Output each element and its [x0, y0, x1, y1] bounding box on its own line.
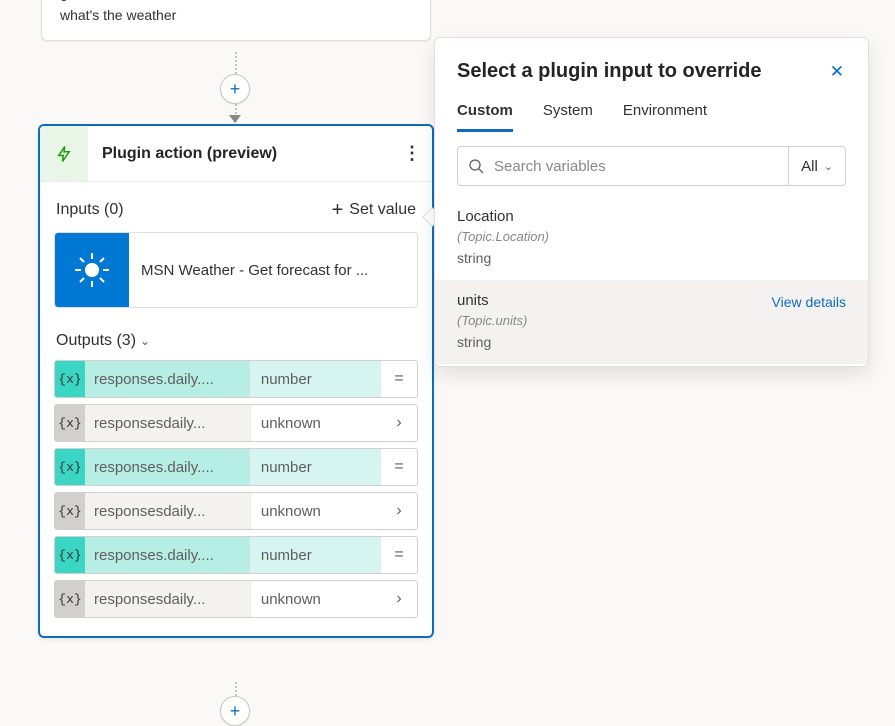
output-list: {x}responses.daily....number={x}response… [54, 360, 418, 618]
bolt-icon [55, 143, 73, 165]
output-name: responses.daily.... [85, 449, 250, 485]
variable-chip-icon: {x} [55, 405, 85, 441]
tab-system[interactable]: System [543, 102, 593, 131]
equals-icon: = [381, 361, 417, 397]
variable-item[interactable]: units(Topic.units)stringView details [435, 280, 868, 364]
set-value-label: Set value [349, 201, 416, 219]
close-icon: ✕ [830, 62, 844, 81]
equals-icon: = [381, 537, 417, 573]
output-name: responsesdaily... [85, 493, 250, 529]
trigger-phrase: what's the weather [60, 5, 412, 27]
tab-environment[interactable]: Environment [623, 102, 707, 131]
chevron-right-icon: › [381, 405, 417, 441]
output-name: responses.daily.... [85, 361, 250, 397]
search-icon [468, 158, 484, 174]
variable-path: (Topic.units) [457, 313, 846, 328]
output-name: responsesdaily... [85, 581, 250, 617]
tab-custom[interactable]: Custom [457, 102, 513, 132]
equals-icon: = [381, 449, 417, 485]
search-row: All ⌄ [457, 146, 846, 186]
chevron-down-icon: ⌄ [140, 334, 150, 348]
variable-chip-icon: {x} [55, 537, 85, 573]
sun-icon [72, 250, 112, 290]
override-flyout: Select a plugin input to override ✕ Cust… [434, 37, 869, 367]
set-value-button[interactable]: + Set value [332, 200, 416, 220]
output-type: number [250, 537, 381, 573]
variable-chip-icon: {x} [55, 581, 85, 617]
output-name: responses.daily.... [85, 537, 250, 573]
variable-item[interactable]: Location (Topic.Location) string [435, 196, 868, 280]
arrow-down-icon [229, 115, 241, 123]
variable-type: string [457, 334, 846, 350]
outputs-toggle[interactable]: Outputs (3) ⌄ [54, 328, 418, 360]
filter-dropdown[interactable]: All ⌄ [788, 147, 845, 185]
output-type: number [250, 361, 381, 397]
flyout-title: Select a plugin input to override [457, 60, 761, 83]
card-title: Plugin action (preview) [88, 126, 392, 181]
variable-chip-icon: {x} [55, 449, 85, 485]
card-icon-box [40, 126, 88, 181]
output-item[interactable]: {x}responses.daily....number= [54, 448, 418, 486]
search-box [458, 147, 788, 185]
add-node-button[interactable]: + [220, 696, 250, 726]
search-input[interactable] [492, 157, 778, 176]
card-header: Plugin action (preview) ⋮ [40, 126, 432, 182]
variable-name: Location [457, 208, 846, 225]
plus-icon: + [332, 200, 344, 220]
output-item[interactable]: {x}responses.daily....number= [54, 360, 418, 398]
output-item[interactable]: {x}responsesdaily...unknown› [54, 404, 418, 442]
chevron-right-icon: › [381, 493, 417, 529]
variable-chip-icon: {x} [55, 493, 85, 529]
output-type: unknown [250, 493, 381, 529]
view-details-link[interactable]: View details [772, 294, 846, 310]
inputs-label: Inputs (0) [56, 201, 124, 219]
plugin-action-card[interactable]: Plugin action (preview) ⋮ Inputs (0) + S… [38, 124, 434, 638]
close-button[interactable]: ✕ [828, 60, 846, 84]
output-type: unknown [250, 405, 381, 441]
plus-icon: + [230, 701, 241, 722]
variable-type: string [457, 250, 846, 266]
output-type: unknown [250, 581, 381, 617]
chevron-right-icon: › [381, 581, 417, 617]
connector-name: MSN Weather - Get forecast for ... [129, 233, 417, 307]
add-node-button[interactable]: + [220, 74, 250, 104]
output-type: number [250, 449, 381, 485]
output-name: responsesdaily... [85, 405, 250, 441]
more-icon: ⋮ [403, 143, 421, 164]
output-item[interactable]: {x}responsesdaily...unknown› [54, 580, 418, 618]
variable-chip-icon: {x} [55, 361, 85, 397]
output-item[interactable]: {x}responses.daily....number= [54, 536, 418, 574]
chevron-down-icon: ⌄ [824, 160, 833, 173]
card-menu-button[interactable]: ⋮ [392, 126, 432, 181]
plus-icon: + [230, 79, 241, 100]
output-item[interactable]: {x}responsesdaily...unknown› [54, 492, 418, 530]
tabs: Custom System Environment [457, 102, 846, 132]
msn-weather-icon [55, 233, 129, 307]
variable-list: Location(Topic.Location)stringunits(Topi… [435, 196, 868, 364]
filter-label: All [801, 158, 818, 175]
connector-row[interactable]: MSN Weather - Get forecast for ... [54, 232, 418, 308]
trigger-card: get weather what's the weather [41, 0, 431, 41]
variable-path: (Topic.Location) [457, 229, 846, 244]
outputs-label: Outputs (3) [56, 332, 136, 350]
